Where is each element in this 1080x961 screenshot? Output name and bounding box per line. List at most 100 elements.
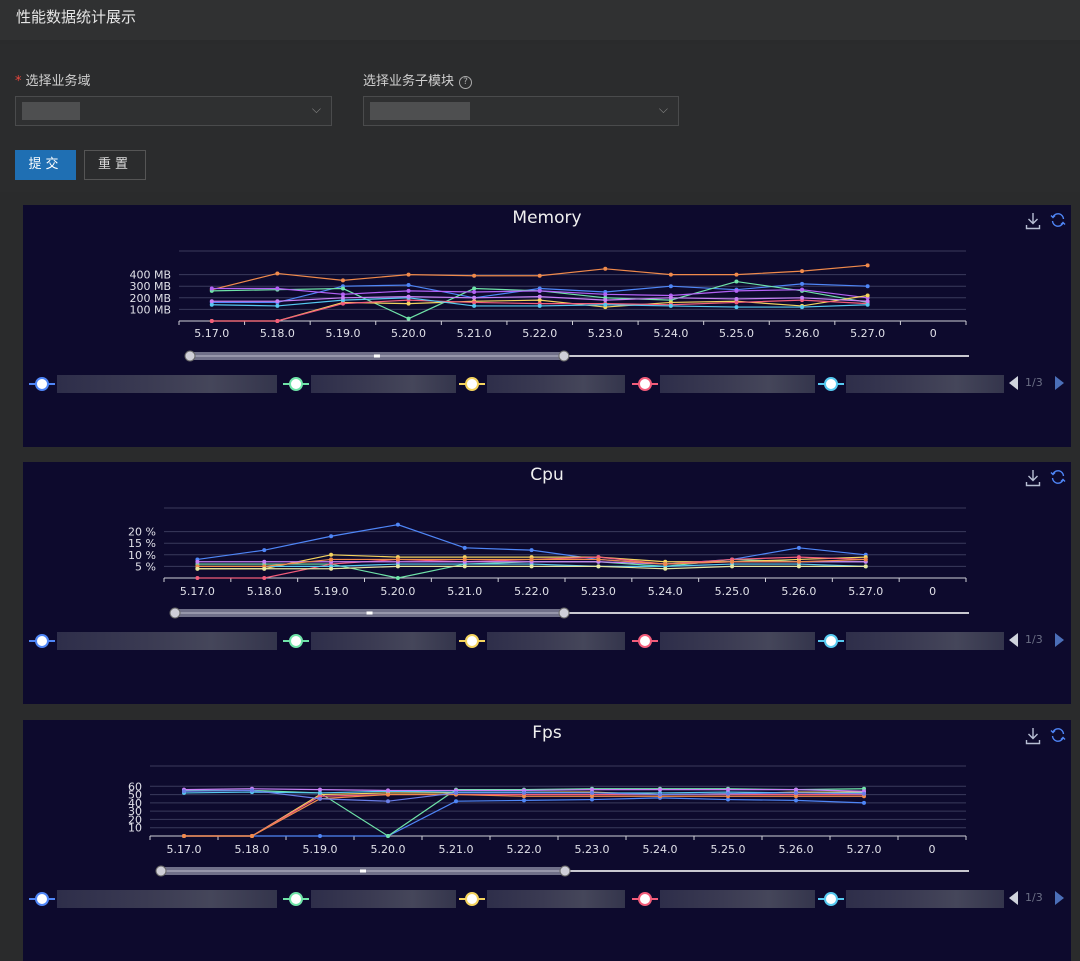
legend-label-redacted [311, 375, 456, 393]
data-point [734, 300, 739, 305]
datazoom-handle [155, 865, 167, 877]
legend-item[interactable] [818, 888, 1006, 910]
module-select[interactable]: ⌵ [363, 96, 679, 126]
legend-label-redacted [311, 890, 456, 908]
legend-label-redacted [846, 632, 1004, 650]
legend-marker-icon [465, 377, 479, 391]
y-tick-label: 20 % [128, 526, 156, 539]
data-point [275, 299, 280, 304]
legend-item[interactable] [818, 373, 1006, 395]
legend-label-redacted [846, 375, 1004, 393]
domain-select[interactable]: ⌵ [15, 96, 332, 126]
data-point [209, 286, 214, 291]
chevron-down-icon: ⌵ [311, 102, 321, 116]
legend-item[interactable] [818, 630, 1006, 652]
data-point [395, 564, 400, 569]
datazoom-handle [169, 607, 181, 619]
legend-item[interactable] [283, 888, 458, 910]
datazoom-grip [366, 611, 373, 615]
data-point [668, 284, 673, 289]
legend-item[interactable] [283, 373, 458, 395]
memory-line-chart: 100 MB200 MB300 MB400 MB 5.17.0 5.18.0 5.19… [129, 250, 969, 362]
data-point [596, 557, 601, 562]
legend-item[interactable] [459, 373, 627, 395]
legend-item[interactable] [459, 888, 627, 910]
reset-button[interactable]: 重置 [84, 150, 146, 180]
legend-item[interactable] [459, 630, 627, 652]
data-point [406, 301, 411, 306]
legend-item[interactable] [29, 373, 279, 395]
x-tick-label: 5.21.0 [457, 327, 492, 340]
data-point [865, 299, 870, 304]
data-point [796, 559, 801, 564]
legend-marker-icon [824, 377, 838, 391]
legend-marker-icon [289, 634, 303, 648]
x-tick-label: 5.18.0 [247, 585, 282, 598]
datazoom-grip [360, 869, 366, 873]
legend-item[interactable] [29, 630, 279, 652]
data-point [726, 791, 730, 796]
legend-item[interactable] [632, 373, 817, 395]
data-point [462, 545, 467, 550]
data-point [209, 319, 214, 323]
legend-label-redacted [311, 632, 456, 650]
data-point [796, 545, 801, 550]
legend-pager: 1/3 [1009, 888, 1071, 910]
y-tick-label: 400 MB [129, 269, 171, 282]
legend-pager: 1/3 [1009, 630, 1071, 652]
x-tick-label: 5.25.0 [719, 327, 754, 340]
legend-label-redacted [660, 890, 815, 908]
y-tick-label: 60 [128, 780, 142, 793]
data-point [395, 576, 400, 580]
legend-item[interactable] [632, 888, 817, 910]
data-point [182, 789, 186, 794]
data-point [522, 790, 526, 795]
data-point [386, 834, 390, 838]
data-point [529, 564, 534, 569]
data-point [603, 292, 608, 297]
x-tick-label: 5.26.0 [785, 327, 820, 340]
module-label: 选择业务子模块? [363, 70, 473, 89]
data-point [865, 263, 870, 268]
page-title: 性能数据统计展示 [16, 8, 137, 26]
legend-marker-icon [35, 377, 49, 391]
x-tick-label: 0 [930, 327, 937, 340]
data-point [386, 792, 390, 797]
data-point [590, 790, 594, 795]
datazoom-handle [558, 607, 570, 619]
legend-marker-icon [638, 634, 652, 648]
x-tick-label: 5.22.0 [507, 843, 542, 856]
y-tick-label: 300 MB [129, 280, 171, 293]
x-tick-label: 5.17.0 [194, 327, 229, 340]
data-point [863, 557, 868, 562]
legend-marker-icon [638, 892, 652, 906]
next-page-icon[interactable] [1055, 633, 1064, 647]
data-point [734, 305, 739, 310]
data-point [529, 548, 534, 553]
next-page-icon[interactable] [1055, 891, 1064, 905]
next-page-icon[interactable] [1055, 376, 1064, 390]
help-icon[interactable]: ? [459, 76, 473, 89]
y-tick-label: 100 MB [129, 303, 171, 316]
prev-page-icon[interactable] [1009, 891, 1018, 905]
data-point [462, 557, 467, 562]
x-tick-label: 5.24.0 [653, 327, 688, 340]
data-point [734, 296, 739, 301]
x-tick-label: 5.24.0 [643, 843, 678, 856]
prev-page-icon[interactable] [1009, 633, 1018, 647]
legend-label-redacted [57, 890, 277, 908]
legend-label-redacted [660, 375, 815, 393]
prev-page-icon[interactable] [1009, 376, 1018, 390]
data-point [454, 799, 458, 804]
legend-item[interactable] [632, 630, 817, 652]
legend-item[interactable] [283, 630, 458, 652]
x-tick-label: 5.22.0 [522, 327, 557, 340]
legend-item[interactable] [29, 888, 279, 910]
datazoom-handle [558, 350, 570, 362]
data-point [862, 800, 866, 805]
x-tick-label: 0 [929, 585, 936, 598]
data-point [340, 286, 345, 291]
data-point [472, 286, 477, 291]
data-point [796, 564, 801, 569]
submit-button[interactable]: 提交 [15, 150, 76, 180]
